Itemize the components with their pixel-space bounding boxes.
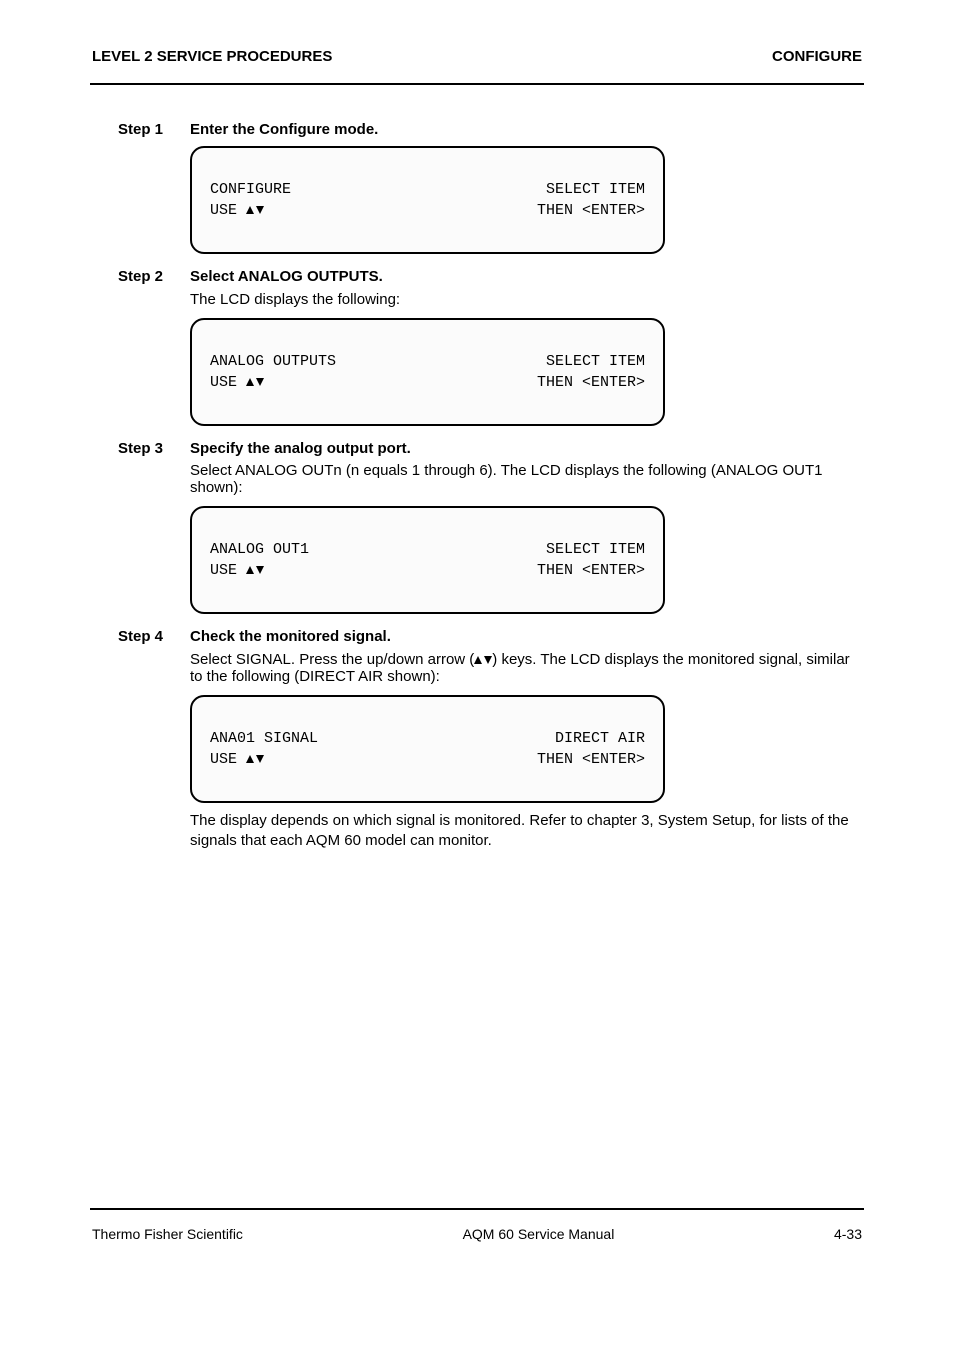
step-4: Step 4 Check the monitored signal. Selec… — [90, 628, 864, 850]
lcd-row: USE THEN <ENTER> — [210, 749, 645, 770]
step-1-line: Step 1 Enter the Configure mode. — [118, 121, 864, 140]
step-2: Step 2 Select ANALOG OUTPUTS. The LCD di… — [90, 268, 864, 426]
step-4-line: Step 4 Check the monitored signal. — [118, 628, 864, 647]
lcd-row: ANA01 SIGNAL DIRECT AIR — [210, 728, 645, 749]
footer-divider — [90, 1208, 864, 1210]
step-1-text: Enter the Configure mode. — [190, 121, 864, 140]
lcd-row: USE THEN <ENTER> — [210, 200, 645, 221]
step-2-line: Step 2 Select ANALOG OUTPUTS. — [118, 268, 864, 287]
header-right: CONFIGURE — [772, 48, 862, 65]
lcd-text: USE — [210, 200, 264, 221]
lcd-text: SELECT ITEM — [546, 351, 645, 372]
step-3-label: Step 3 — [118, 440, 172, 457]
lcd-text: ANALOG OUT1 — [210, 539, 309, 560]
lcd-text: SELECT ITEM — [546, 179, 645, 200]
lcd-row: ANALOG OUT1 SELECT ITEM — [210, 539, 645, 560]
lcd-text: THEN <ENTER> — [537, 560, 645, 581]
lcd-display-4: ANA01 SIGNAL DIRECT AIR USE THEN <ENTER> — [190, 695, 665, 803]
step-2-label: Step 2 — [118, 268, 172, 285]
up-down-arrow-icon — [246, 374, 264, 391]
lcd-text: ANA01 SIGNAL — [210, 728, 318, 749]
step-4-label: Step 4 — [118, 628, 172, 645]
step-3-line: Step 3 Specify the analog output port. — [118, 440, 864, 459]
up-down-arrow-icon — [246, 751, 264, 768]
step-3: Step 3 Specify the analog output port. S… — [90, 440, 864, 615]
up-down-arrow-icon — [246, 562, 264, 579]
lcd-text: USE — [210, 372, 264, 393]
footer-left: Thermo Fisher Scientific — [92, 1226, 243, 1242]
up-down-arrow-icon — [474, 651, 492, 668]
step-4-text: Check the monitored signal. — [190, 628, 864, 647]
step-2-text: Select ANALOG OUTPUTS. — [190, 268, 864, 287]
lcd-text: USE — [210, 749, 264, 770]
lcd-text: DIRECT AIR — [555, 728, 645, 749]
page-footer: Thermo Fisher Scientific AQM 60 Service … — [90, 1226, 864, 1242]
footer-center: AQM 60 Service Manual — [463, 1226, 615, 1242]
header-left: LEVEL 2 SERVICE PROCEDURES — [92, 48, 332, 65]
lcd-row: ANALOG OUTPUTS SELECT ITEM — [210, 351, 645, 372]
lcd-text: CONFIGURE — [210, 179, 291, 200]
lcd-row: USE THEN <ENTER> — [210, 372, 645, 393]
lcd-text: ANALOG OUTPUTS — [210, 351, 336, 372]
lcd-row: CONFIGURE SELECT ITEM — [210, 179, 645, 200]
step-3-subnote: Select ANALOG OUTn (n equals 1 through 6… — [190, 462, 864, 496]
step-1: Step 1 Enter the Configure mode. CONFIGU… — [90, 121, 864, 254]
step-4-subnote: Select SIGNAL. Press the up/down arrow (… — [190, 651, 864, 685]
step-1-label: Step 1 — [118, 121, 172, 138]
lcd-display-1: CONFIGURE SELECT ITEM USE THEN <ENTER> — [190, 146, 665, 254]
step-2-subnote: The LCD displays the following: — [190, 291, 864, 308]
step-3-text: Specify the analog output port. — [190, 440, 864, 459]
lcd-text: THEN <ENTER> — [537, 372, 645, 393]
lcd-text: SELECT ITEM — [546, 539, 645, 560]
lcd-display-2: ANALOG OUTPUTS SELECT ITEM USE THEN <ENT… — [190, 318, 665, 426]
up-down-arrow-icon — [246, 202, 264, 219]
lcd-text: THEN <ENTER> — [537, 200, 645, 221]
lcd-display-3: ANALOG OUT1 SELECT ITEM USE THEN <ENTER> — [190, 506, 665, 614]
lcd-text: THEN <ENTER> — [537, 749, 645, 770]
page-header: LEVEL 2 SERVICE PROCEDURES CONFIGURE — [90, 48, 864, 69]
step-4-resultnote: The display depends on which signal is m… — [190, 811, 864, 850]
lcd-text: USE — [210, 560, 264, 581]
footer-right: 4-33 — [834, 1226, 862, 1242]
page: LEVEL 2 SERVICE PROCEDURES CONFIGURE Ste… — [0, 0, 954, 1350]
content: Step 1 Enter the Configure mode. CONFIGU… — [90, 85, 864, 850]
lcd-row: USE THEN <ENTER> — [210, 560, 645, 581]
